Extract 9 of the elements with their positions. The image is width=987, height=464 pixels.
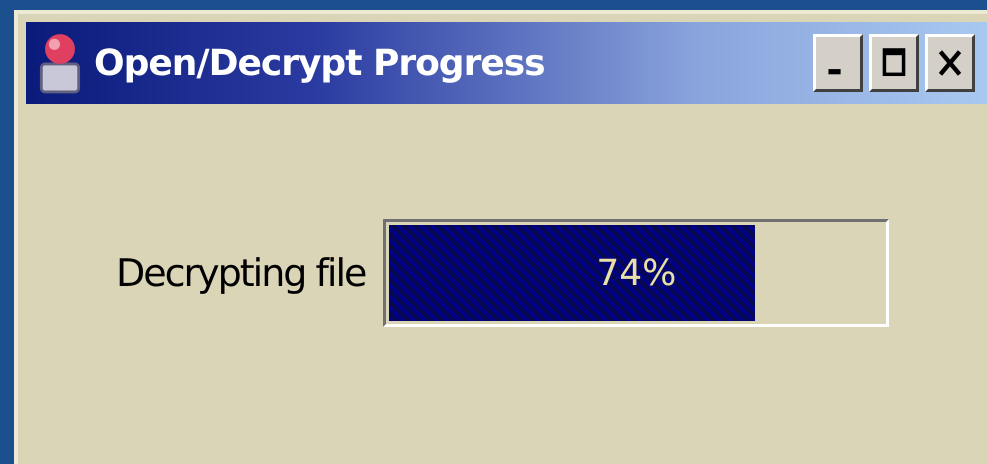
progress-percentage: 74%	[595, 252, 678, 296]
window-title: Open/Decrypt Progress	[94, 42, 546, 84]
close-button[interactable]	[925, 34, 975, 92]
minimize-button[interactable]	[813, 34, 863, 92]
minimize-icon	[828, 69, 841, 74]
progress-label: Decrypting file	[116, 251, 366, 295]
maximize-icon	[882, 48, 906, 76]
maximize-button[interactable]	[869, 34, 919, 92]
close-icon	[938, 50, 962, 76]
